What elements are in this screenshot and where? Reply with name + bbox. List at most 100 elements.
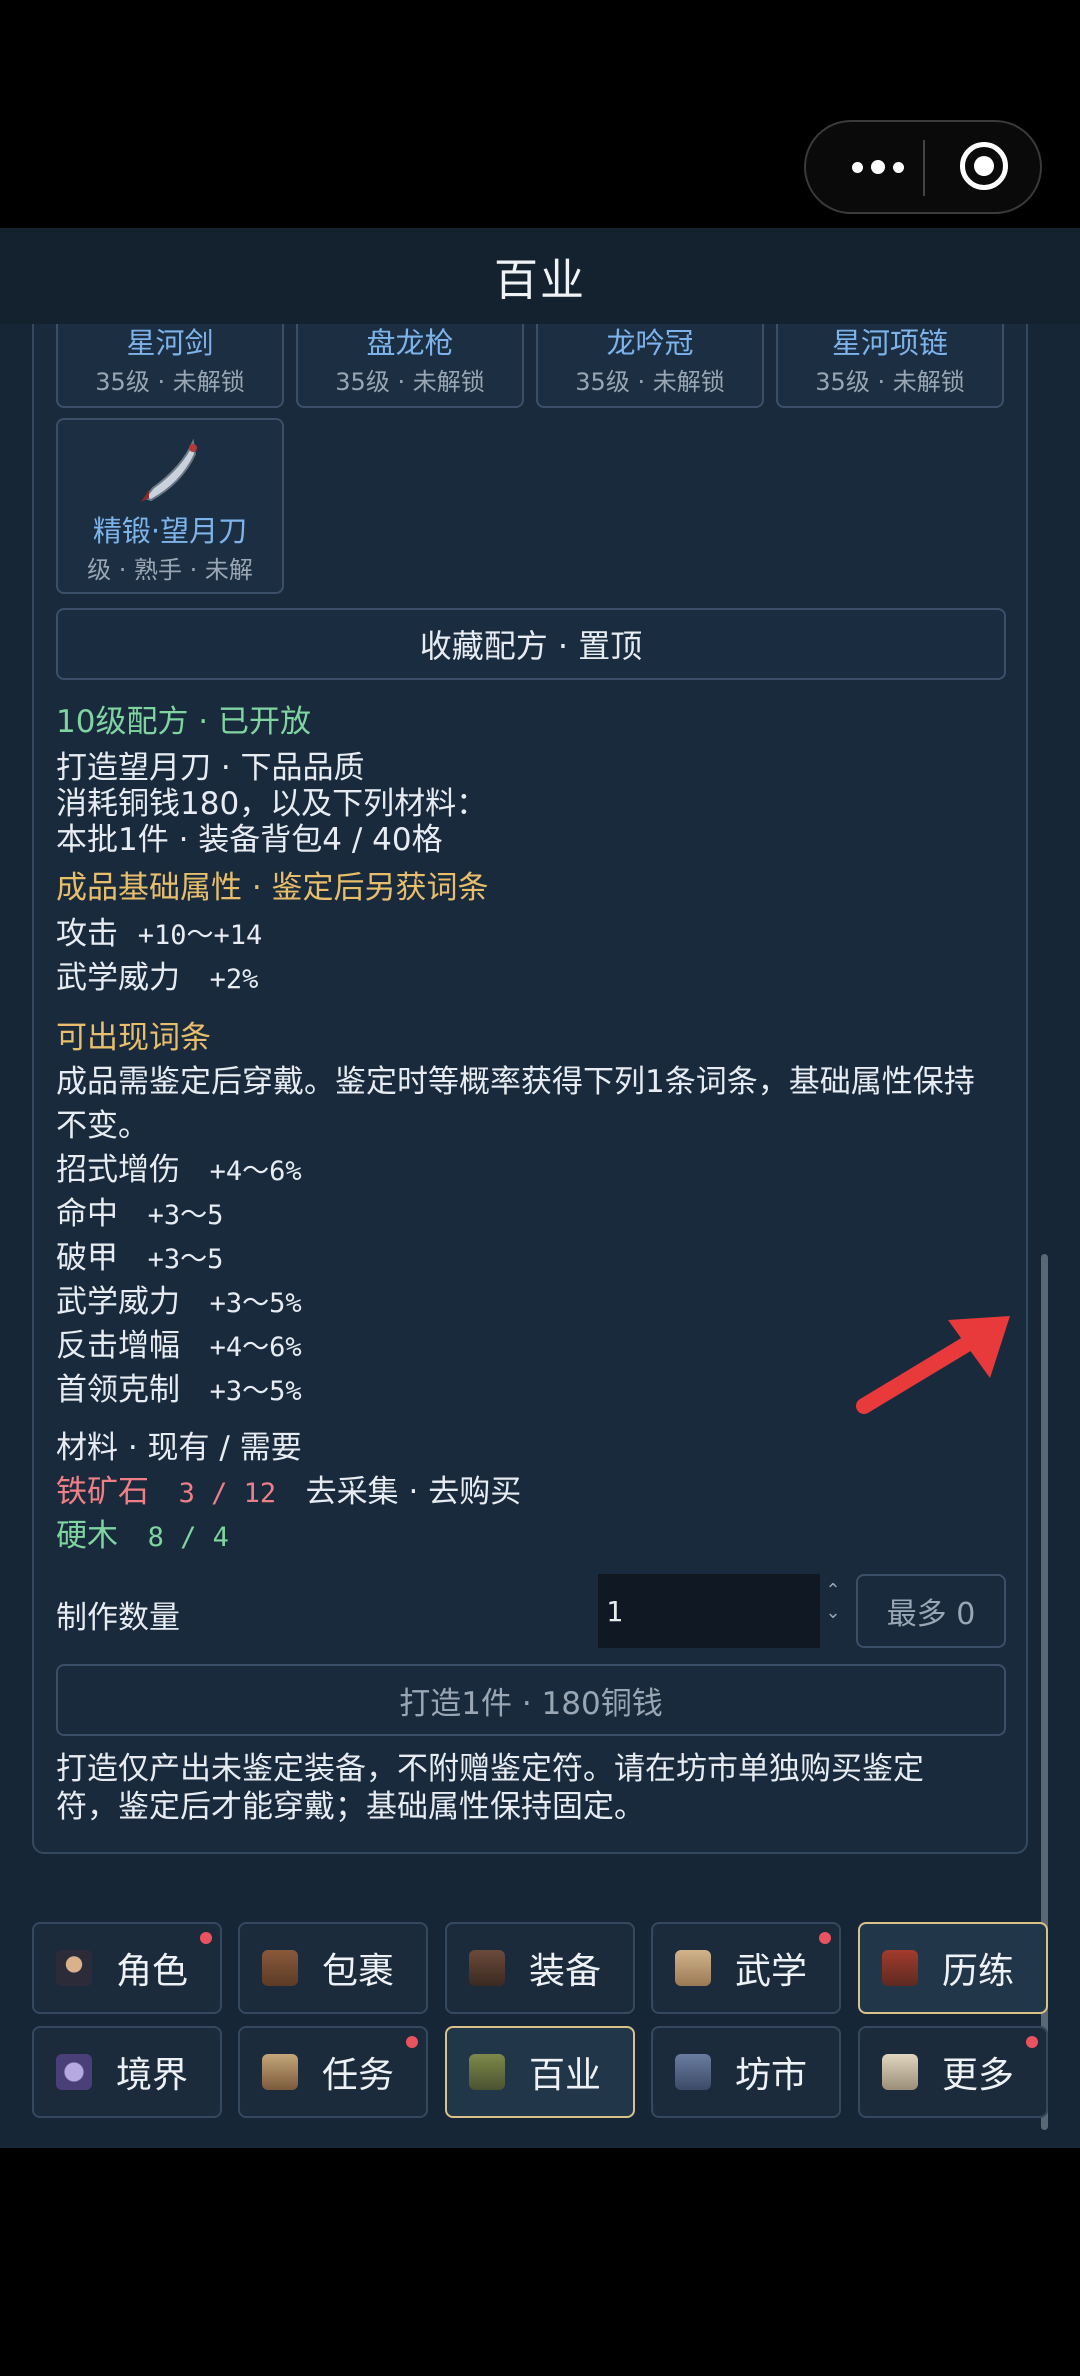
recipe-level: 10级配方 · 已开放 (56, 704, 312, 740)
recipe-card-name: 盘龙枪 (366, 326, 454, 360)
nav-martial-arts[interactable]: 武学 (651, 1922, 841, 2014)
scroll-icon (675, 1950, 711, 1986)
base-attributes-title: 成品基础属性 · 鉴定后另获词条 (56, 870, 489, 906)
affix-name: 反击增幅 (56, 1328, 180, 1364)
recipe-panel: 星河剑 35级 · 未解锁 盘龙枪 35级 · 未解锁 龙吟冠 35级 · 未解… (32, 324, 1028, 1854)
materials-title: 材料 · 现有 / 需要 (56, 1430, 302, 1466)
affix-value: +4～6% (209, 1332, 302, 1363)
batch-description: 本批1件 · 装备背包4 / 40格 (56, 822, 443, 858)
recipe-card-status: 35级 · 未解锁 (815, 368, 965, 396)
affix-row: 招式增伤 +4～6% (56, 1144, 302, 1189)
nav-label: 坊市 (735, 2055, 808, 2096)
affix-name: 首领克制 (56, 1372, 180, 1408)
footer-note-line: 打造仅产出未鉴定装备，不附赠鉴定符。请在坊市单独购买鉴定 (56, 1751, 924, 1787)
material-actions-link[interactable]: 去采集 · 去购买 (306, 1474, 522, 1510)
affix-row: 破甲 +3～5 (56, 1232, 223, 1277)
nav-tasks[interactable]: 任务 (238, 2026, 428, 2118)
nav-equipment[interactable]: 装备 (445, 1922, 635, 2014)
nav-label: 装备 (529, 1951, 602, 1992)
attribute-value: +10～+14 (137, 920, 263, 951)
recipe-card[interactable]: 星河项链 35级 · 未解锁 (776, 324, 1004, 408)
nav-more[interactable]: 更多 (858, 2026, 1048, 2118)
more-icon (882, 2054, 918, 2090)
quantity-stepper[interactable]: ⌃ ⌄ (824, 1580, 842, 1642)
material-count: 3 / 12 (178, 1478, 277, 1509)
notification-badge (406, 2036, 418, 2048)
material-name: 铁矿石 (56, 1474, 149, 1510)
nav-bag[interactable]: 包裹 (238, 1922, 428, 2014)
max-quantity-button[interactable]: 最多 0 (856, 1574, 1006, 1648)
quantity-label: 制作数量 (56, 1600, 180, 1636)
affix-value: +3～5 (147, 1200, 224, 1231)
affix-name: 武学威力 (56, 1284, 180, 1320)
annotation-arrow-icon (856, 1316, 1010, 1414)
nav-label: 包裹 (322, 1951, 395, 1992)
affix-name: 招式增伤 (56, 1152, 180, 1188)
close-miniprogram-icon[interactable] (960, 142, 1008, 190)
affix-title: 可出现词条 (56, 1020, 211, 1056)
equipment-icon (469, 1950, 505, 1986)
recipe-card-status: 35级 · 未解锁 (575, 368, 725, 396)
recipe-card-status: 35级 · 未解锁 (335, 368, 485, 396)
nav-label: 百业 (529, 2055, 602, 2096)
affix-value: +3～5% (209, 1376, 302, 1407)
attribute-row: 攻击 +10～+14 (56, 908, 262, 953)
material-row: 铁矿石 3 / 12 去采集 · 去购买 (56, 1466, 521, 1511)
nav-character[interactable]: 角色 (32, 1922, 222, 2014)
nav-market[interactable]: 坊市 (651, 2026, 841, 2118)
affix-row: 武学威力 +3～5% (56, 1276, 302, 1321)
miniprogram-capsule (804, 120, 1042, 214)
affix-name: 破甲 (56, 1240, 118, 1276)
character-icon (56, 1950, 92, 1986)
more-menu-icon[interactable] (838, 122, 918, 212)
app-screen: 百业 星河剑 35级 · 未解锁 盘龙枪 35级 · 未解锁 龙吟冠 35级 ·… (0, 228, 1080, 2148)
craft-button[interactable]: 打造1件 · 180铜钱 (56, 1664, 1006, 1736)
nav-label: 更多 (942, 2055, 1015, 2096)
notification-badge (1026, 2036, 1038, 2048)
quantity-input[interactable] (598, 1574, 820, 1648)
nav-label: 武学 (735, 1951, 808, 1992)
title-bar: 百业 (0, 228, 1080, 324)
affix-row: 反击增幅 +4～6% (56, 1320, 302, 1365)
material-count: 8 / 4 (147, 1522, 229, 1553)
recipe-card[interactable]: 星河剑 35级 · 未解锁 (56, 324, 284, 408)
affix-row: 命中 +3～5 (56, 1188, 223, 1233)
affix-description-line: 不变。 (56, 1108, 149, 1144)
nav-label: 角色 (116, 1951, 189, 1992)
recipe-card-name: 龙吟冠 (606, 326, 694, 360)
nav-label: 历练 (942, 1951, 1015, 1992)
capsule-divider (923, 140, 925, 196)
attribute-value: +2% (209, 964, 259, 995)
crafting-icon (469, 2054, 505, 2090)
affix-value: +3～5% (209, 1288, 302, 1319)
notification-badge (819, 1932, 831, 1944)
nav-realm[interactable]: 境界 (32, 2026, 222, 2118)
affix-row: 首领克制 +3～5% (56, 1364, 302, 1409)
material-row: 硬木 8 / 4 (56, 1510, 229, 1555)
recipe-card-name: 精锻·望月刀 (92, 514, 248, 548)
recipe-card-status: 35级 · 未解锁 (95, 368, 245, 396)
affix-description-line: 成品需鉴定后穿戴。鉴定时等概率获得下列1条词条，基础属性保持 (56, 1064, 975, 1100)
nav-training[interactable]: 历练 (858, 1922, 1048, 2014)
nav-crafting[interactable]: 百业 (445, 2026, 635, 2118)
attribute-name: 攻击 (56, 916, 118, 952)
recipe-card-name: 星河项链 (831, 326, 948, 360)
task-icon (262, 2054, 298, 2090)
recipe-card[interactable]: 龙吟冠 35级 · 未解锁 (536, 324, 764, 408)
nav-label: 任务 (322, 2055, 395, 2096)
training-icon (882, 1950, 918, 1986)
nav-label: 境界 (116, 2055, 189, 2096)
pin-recipe-button[interactable]: 收藏配方 · 置顶 (56, 608, 1006, 680)
affix-value: +4～6% (209, 1156, 302, 1187)
footer-note-line: 符，鉴定后才能穿戴；基础属性保持固定。 (56, 1789, 645, 1825)
market-icon (675, 2054, 711, 2090)
affix-name: 命中 (56, 1196, 118, 1232)
recipe-card-name: 星河剑 (126, 326, 214, 360)
attribute-row: 武学威力 +2% (56, 952, 258, 997)
bag-icon (262, 1950, 298, 1986)
recipe-card-selected[interactable]: 精锻·望月刀 级 · 熟手 · 未解 (56, 418, 284, 594)
notification-badge (200, 1932, 212, 1944)
realm-icon (56, 2054, 92, 2090)
recipe-card[interactable]: 盘龙枪 35级 · 未解锁 (296, 324, 524, 408)
blade-icon (141, 438, 197, 502)
